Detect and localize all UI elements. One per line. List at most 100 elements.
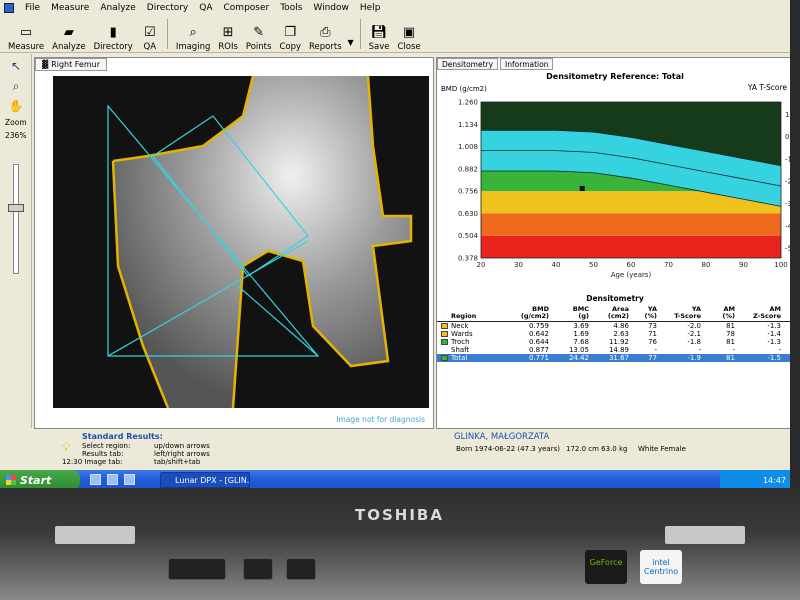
measure-button[interactable]: ▭ Measure xyxy=(4,16,48,53)
table-row[interactable]: Wards 0.642 1.69 2.63 71 -2.1 78 -1.4 xyxy=(437,330,790,338)
x-tick-label: 20 xyxy=(477,261,486,269)
table-row[interactable]: Neck 0.759 3.69 4.86 73 -2.0 81 -1.3 xyxy=(437,322,790,330)
qa-button[interactable]: ☑ QA xyxy=(137,16,163,53)
y-tick-label: 0.882 xyxy=(458,165,478,173)
patient-marker xyxy=(579,185,585,191)
hardware-button xyxy=(286,558,316,580)
region-color-swatch xyxy=(441,355,448,361)
table-cell-bmd: 0.644 xyxy=(528,338,549,346)
menu-analyze[interactable]: Analyze xyxy=(100,3,135,13)
results-tabs: Densitometry Information xyxy=(437,58,555,70)
table-cell-amz: -1.3 xyxy=(767,338,781,346)
table-cell-am: 81 xyxy=(726,322,735,330)
menu-measure[interactable]: Measure xyxy=(51,3,89,13)
analyze-button[interactable]: ▰ Analyze xyxy=(48,16,90,53)
intel-sticker: intel Centrino xyxy=(640,550,682,584)
region-cell: Neck xyxy=(437,322,509,330)
reports-label: Reports xyxy=(309,42,342,52)
menu-composer[interactable]: Composer xyxy=(224,3,270,13)
menu-window[interactable]: Window xyxy=(313,3,349,13)
y2-tick-label: -4 xyxy=(785,222,793,230)
tab-densitometry[interactable]: Densitometry xyxy=(437,58,499,70)
region-cell: Total xyxy=(437,354,509,362)
table-cell-area: 14.89 xyxy=(608,346,629,354)
table-cell-am: 81 xyxy=(726,354,735,362)
region-color-swatch xyxy=(441,339,448,345)
densitometry-table: Region BMD (g/cm2) BMC (g) Area (cm2) YA (%) YA T-… xyxy=(437,302,790,362)
quick-launch-icon[interactable] xyxy=(107,474,118,485)
save-button[interactable]: 💾︎ Save xyxy=(365,16,394,53)
y-tick-label: 0.630 xyxy=(458,210,478,218)
femur-scan-image[interactable] xyxy=(53,76,429,408)
reference-zone-band xyxy=(481,213,781,236)
windows-logo-icon xyxy=(6,475,16,485)
hint-value: left/right arrows xyxy=(154,450,210,458)
table-row[interactable]: Troch 0.644 7.68 11.92 76 -1.8 81 -1.3 xyxy=(437,338,790,346)
points-button[interactable]: ✎ Points xyxy=(242,16,276,53)
directory-button[interactable]: ▮ Directory xyxy=(90,16,137,53)
menu-file[interactable]: File xyxy=(25,3,40,13)
tab-information[interactable]: Information xyxy=(500,58,554,70)
quick-launch-icon[interactable] xyxy=(124,474,135,485)
rois-icon: ⊞ xyxy=(222,24,234,40)
y2-tick-label: 1 xyxy=(785,111,789,119)
y2-tick-label: -3 xyxy=(785,200,792,208)
x-tick-label: 90 xyxy=(739,261,748,269)
taskbar-item-lunar[interactable]: Lunar DPX - [GLIN... xyxy=(160,472,250,488)
region-label: Shaft xyxy=(451,346,470,354)
table-cell-am: 81 xyxy=(726,338,735,346)
quick-launch-icon[interactable] xyxy=(90,474,101,485)
imaging-button[interactable]: ⌕ Imaging xyxy=(172,16,215,53)
app-icon xyxy=(4,2,14,13)
rois-button[interactable]: ⊞ ROIs xyxy=(214,16,242,53)
zoom-icon[interactable]: ⌕ xyxy=(7,78,25,94)
menu-qa[interactable]: QA xyxy=(199,3,212,13)
menu-tools[interactable]: Tools xyxy=(280,3,302,13)
reports-dropdown[interactable]: ▼ xyxy=(346,16,356,52)
reference-zone-band xyxy=(481,235,781,258)
y-tick-label: 1.134 xyxy=(458,121,479,129)
table-cell-bmd: 0.642 xyxy=(528,330,549,338)
hinge-left xyxy=(55,526,135,544)
y2-tick-label: 0 xyxy=(785,133,789,141)
table-cell-am: 78 xyxy=(726,330,735,338)
left-tool-column: ↖ ⌕ ✋ Zoom 236% xyxy=(0,54,32,428)
copy-button[interactable]: ❐ Copy xyxy=(275,16,305,53)
hardware-button xyxy=(243,558,273,580)
close-label: Close xyxy=(397,42,421,52)
menu-help[interactable]: Help xyxy=(360,3,381,13)
table-cell-ya: 76 xyxy=(648,338,657,346)
table-cell-yat: -2.1 xyxy=(687,330,701,338)
zoom-slider-thumb[interactable] xyxy=(8,204,24,212)
table-cell-ya: 73 xyxy=(648,322,657,330)
reference-chart[interactable]: 0.378 0.504 0.630 0.756 0.882 1.008 1.134 1.260… xyxy=(437,92,793,322)
table-cell-bmd: 0.759 xyxy=(528,322,549,330)
x-tick-label: 70 xyxy=(664,261,673,269)
table-cell-yat: -1.8 xyxy=(687,338,701,346)
copy-label: Copy xyxy=(279,42,302,52)
zoom-label: Zoom xyxy=(5,118,27,127)
table-cell-ya: - xyxy=(654,346,657,354)
x-tick-label: 60 xyxy=(627,261,636,269)
table-row[interactable]: Total 0.771 24.42 31.67 77 -1.9 81 -1.5 xyxy=(437,354,790,362)
start-button[interactable]: Start xyxy=(0,470,80,490)
hand-icon[interactable]: ✋ xyxy=(7,98,25,114)
region-color-swatch xyxy=(441,347,448,353)
column-header: AM (%) xyxy=(722,305,735,320)
pointer-icon[interactable]: ↖ xyxy=(7,58,25,74)
menu-directory[interactable]: Directory xyxy=(147,3,188,13)
image-panel: ▓ Right Femur Image not for diagnosis xyxy=(34,57,434,429)
zoom-slider-track[interactable] xyxy=(13,164,19,274)
region-cell: Shaft xyxy=(437,346,509,354)
start-label: Start xyxy=(20,473,52,487)
toolbar-separator xyxy=(166,18,168,49)
table-cell-bmc: 24.42 xyxy=(568,354,589,362)
column-header: YA (%) xyxy=(644,305,657,320)
x-tick-label: 40 xyxy=(552,261,561,269)
table-row[interactable]: Shaft 0.877 13.05 14.89 - - - - xyxy=(437,346,790,354)
image-tab[interactable]: ▓ Right Femur xyxy=(35,58,108,71)
system-tray: 14:47 xyxy=(720,470,790,490)
reports-button[interactable]: ⎙ Reports xyxy=(305,16,346,53)
close-button[interactable]: ▣ Close xyxy=(394,16,425,53)
column-header: BMD (g/cm2) xyxy=(520,305,549,320)
